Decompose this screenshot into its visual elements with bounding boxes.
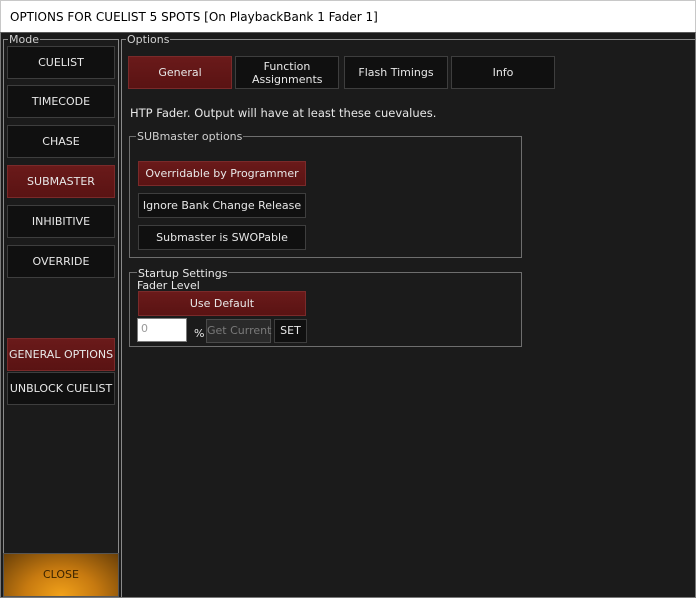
fader-level-input[interactable]: 0 [137, 318, 187, 342]
window-title: OPTIONS FOR CUELIST 5 SPOTS [On Playback… [0, 0, 696, 32]
unblock-cuelist-button[interactable]: UNBLOCK CUELIST [7, 372, 115, 405]
tab-function-assignments[interactable]: Function Assignments [235, 56, 339, 89]
options-window: Mode CUELIST TIMECODE CHASE SUBMASTER IN… [0, 32, 696, 598]
info-text: HTP Fader. Output will have at least the… [130, 106, 437, 120]
overridable-by-programmer-button[interactable]: Overridable by Programmer [138, 161, 306, 186]
mode-inhibitive-button[interactable]: INHIBITIVE [7, 205, 115, 238]
options-group-label: Options [126, 33, 171, 46]
mode-panel: Mode CUELIST TIMECODE CHASE SUBMASTER IN… [3, 34, 119, 584]
startup-settings-group: Startup Settings Fader Level Use Default… [129, 268, 522, 347]
mode-timecode-button[interactable]: TIMECODE [7, 85, 115, 118]
mode-group-label: Mode [8, 33, 40, 46]
options-panel: Options General Function Assignments Fla… [121, 34, 695, 597]
general-options-button[interactable]: GENERAL OPTIONS [7, 338, 115, 371]
get-current-button[interactable]: Get Current [206, 319, 271, 343]
tab-general[interactable]: General [128, 56, 232, 89]
use-default-button[interactable]: Use Default [138, 291, 306, 316]
tab-flash-timings[interactable]: Flash Timings [344, 56, 448, 89]
ignore-bank-change-release-button[interactable]: Ignore Bank Change Release [138, 193, 306, 218]
mode-cuelist-button[interactable]: CUELIST [7, 46, 115, 79]
mode-submaster-button[interactable]: SUBMASTER [7, 165, 115, 198]
percent-label: % [194, 327, 205, 340]
submaster-group-label: SUBmaster options [136, 130, 244, 143]
close-button[interactable]: CLOSE [3, 553, 119, 597]
submaster-options-group: SUBmaster options Overridable by Program… [129, 131, 522, 258]
mode-chase-button[interactable]: CHASE [7, 125, 115, 158]
mode-override-button[interactable]: OVERRIDE [7, 245, 115, 278]
set-button[interactable]: SET [274, 319, 307, 343]
tab-function-assignments-label: Function Assignments [252, 59, 323, 86]
tab-info[interactable]: Info [451, 56, 555, 89]
submaster-swopable-button[interactable]: Submaster is SWOPable [138, 225, 306, 250]
